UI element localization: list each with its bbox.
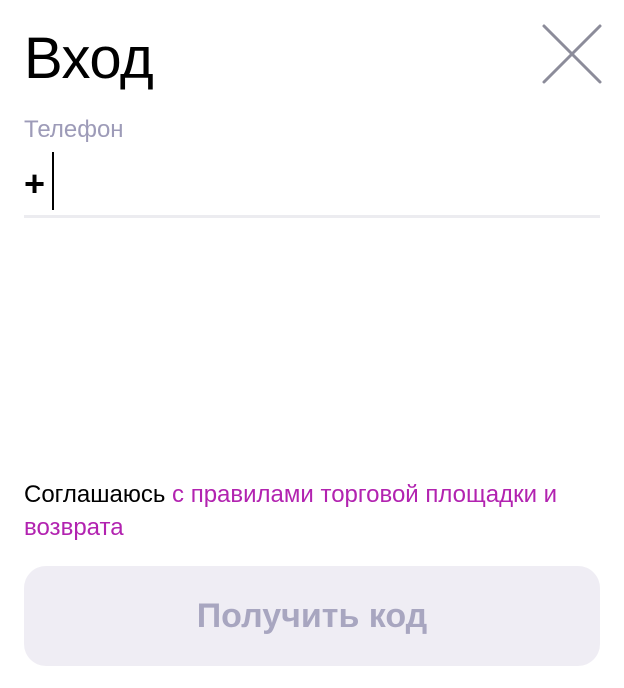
agreement-prefix: Соглашаюсь [24,481,173,508]
phone-label: Телефон [24,116,124,143]
page-title: Вход [24,26,154,91]
phone-input[interactable]: + [24,152,600,218]
close-button[interactable] [540,22,604,86]
close-icon [542,24,602,84]
text-caret [52,152,54,210]
phone-value: + [24,163,46,204]
get-code-button[interactable]: Получить код [24,566,600,666]
agreement-text: Соглашаюсь с правилами торговой площадки… [24,478,604,544]
